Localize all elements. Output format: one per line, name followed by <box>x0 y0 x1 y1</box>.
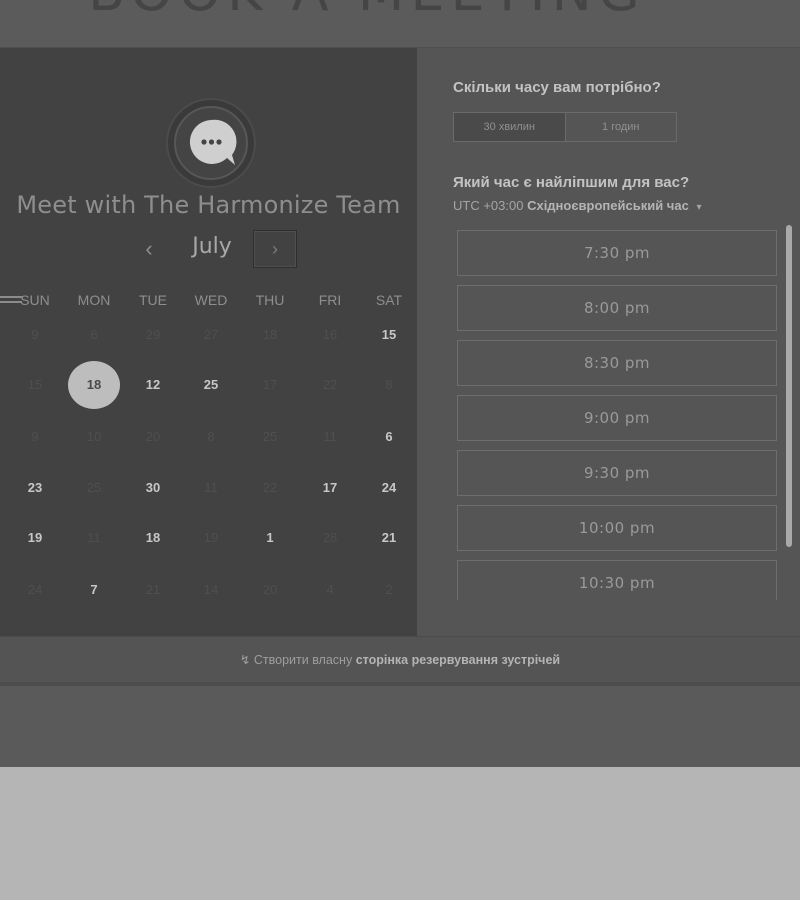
time-slot-button[interactable]: 9:30 pm <box>457 450 777 496</box>
calendar-day: 20 <box>262 582 278 597</box>
calendar-day: 24 <box>27 582 43 597</box>
timezone-selector[interactable]: UTC +03:00 Східноєвропейський час ▾ <box>453 198 701 213</box>
calendar-day: 22 <box>262 480 278 495</box>
calendar-day: 25 <box>86 480 102 495</box>
time-panel: Скільки часу вам потрібно? 30 хвилин 1 г… <box>417 48 800 636</box>
weekday-label: WED <box>194 292 228 308</box>
footer-text-bold: сторінка резервування зустрічей <box>355 653 561 667</box>
chat-bubble-icon <box>174 106 248 180</box>
calendar-day: 11 <box>204 480 218 495</box>
booking-widget: BOOK A MEETING Meet with The Harmonize T… <box>0 0 800 767</box>
calendar-day: 11 <box>87 530 101 545</box>
time-question: Який час є найліпшим для вас? <box>453 174 690 191</box>
calendar-day: 2 <box>385 582 393 597</box>
footer-divider <box>0 682 800 686</box>
calendar-day[interactable]: 6 <box>364 427 414 447</box>
timezone-offset: UTC +03:00 <box>453 198 524 213</box>
calendar-day: 15 <box>27 377 43 392</box>
page-header: BOOK A MEETING <box>0 0 800 48</box>
calendar-day: 29 <box>145 327 161 342</box>
duration-question: Скільки часу вам потрібно? <box>453 79 661 96</box>
calendar-day: 4 <box>326 582 334 597</box>
footer-text-plain: Створити власну <box>253 653 353 667</box>
calendar-day[interactable]: 12 <box>128 375 178 395</box>
header-text: BOOK A MEETING <box>88 0 646 23</box>
calendar-day[interactable]: 17 <box>305 478 355 498</box>
calendar-day: 8 <box>385 377 393 392</box>
calendar-day: 27 <box>203 327 219 342</box>
timezone-name: Східноєвропейський час <box>527 198 689 213</box>
calendar-day[interactable]: 25 <box>186 375 236 395</box>
weekday-label: SAT <box>375 292 403 308</box>
weekday-label: FRI <box>318 292 342 308</box>
prev-month-button[interactable]: ‹ <box>138 235 160 263</box>
calendar-day[interactable]: 7 <box>69 580 119 600</box>
calendar-day: 9 <box>31 327 39 342</box>
calendar-day: 8 <box>207 429 215 444</box>
time-slot-button[interactable]: 8:30 pm <box>457 340 777 386</box>
calendar-day: 21 <box>145 582 161 597</box>
calendar-day: 9 <box>31 429 39 444</box>
calendar-day: 18 <box>262 327 278 342</box>
calendar-day[interactable]: 15 <box>364 325 414 345</box>
calendar-panel: Meet with The Harmonize Team ‹ July › SU… <box>0 48 417 636</box>
calendar-day: 22 <box>322 377 338 392</box>
calendar-day: 16 <box>322 327 338 342</box>
calendar-day[interactable]: 24 <box>364 478 414 498</box>
create-booking-page-link[interactable]: ↯ Створити власну сторінка резервування … <box>0 652 800 667</box>
calendar-day: 28 <box>322 530 338 545</box>
calendar-day: 14 <box>203 582 219 597</box>
footer-bar: ↯ Створити власну сторінка резервування … <box>0 636 800 683</box>
next-month-button[interactable]: › <box>253 230 297 268</box>
time-slot-button[interactable]: 10:30 pm <box>457 560 777 600</box>
time-slot-button[interactable]: 7:30 pm <box>457 230 777 276</box>
calendar-day: 19 <box>203 530 219 545</box>
lightning-icon: ↯ <box>239 653 251 667</box>
calendar-day[interactable]: 30 <box>128 478 178 498</box>
duration-30min-button[interactable]: 30 хвилин <box>454 113 566 141</box>
calendar-day[interactable]: 1 <box>245 528 295 548</box>
weekday-label: TUE <box>139 292 167 308</box>
month-label: July <box>192 234 232 259</box>
time-slot-scrollbar[interactable] <box>786 225 792 547</box>
calendar-day[interactable]: 19 <box>10 528 60 548</box>
weekday-label: THU <box>255 292 285 308</box>
meeting-title: Meet with The Harmonize Team <box>16 191 401 219</box>
harmonize-logo <box>168 100 254 186</box>
time-slot-button[interactable]: 10:00 pm <box>457 505 777 551</box>
weekday-label: SUN <box>20 292 50 308</box>
calendar-day: 6 <box>90 327 98 342</box>
calendar-day[interactable]: 23 <box>10 478 60 498</box>
calendar-day: 17 <box>262 377 278 392</box>
selected-day[interactable]: 18 <box>68 361 120 409</box>
time-slot-button[interactable]: 9:00 pm <box>457 395 777 441</box>
calendar-day[interactable]: 18 <box>128 528 178 548</box>
calendar-day[interactable]: 21 <box>364 528 414 548</box>
calendar-day: 25 <box>262 429 278 444</box>
duration-toggle: 30 хвилин 1 годин <box>453 112 677 142</box>
weekday-label: MON <box>77 292 111 308</box>
calendar-day: 10 <box>86 429 102 444</box>
time-slot-list: 7:30 pm 8:00 pm 8:30 pm 9:00 pm 9:30 pm 10:00… <box>453 226 783 600</box>
calendar-day: 11 <box>323 429 337 444</box>
time-slot-button[interactable]: 8:00 pm <box>457 285 777 331</box>
duration-1hour-button[interactable]: 1 годин <box>566 113 677 141</box>
calendar-day: 20 <box>145 429 161 444</box>
chevron-down-icon: ▾ <box>696 202 702 213</box>
